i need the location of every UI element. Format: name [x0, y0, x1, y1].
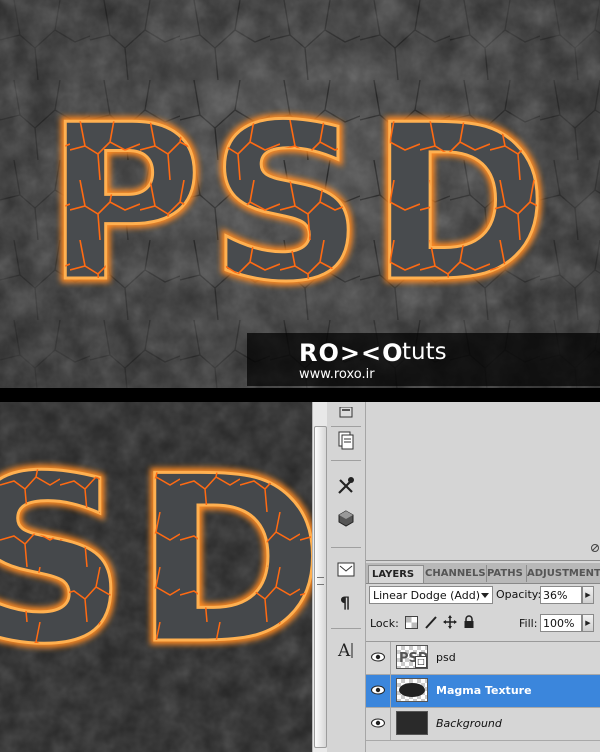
panel-icon-strip: ¶ A [327, 402, 366, 752]
paragraph-icon[interactable]: ¶ [333, 590, 359, 614]
blend-mode-select[interactable]: Linear Dodge (Add) [369, 586, 493, 604]
tab-paths[interactable]: PATHS [484, 565, 527, 582]
canvas-text-cracks: SD [0, 428, 312, 695]
eye-icon[interactable] [370, 715, 386, 731]
layer-thumbnail [396, 711, 428, 735]
hero-artwork: PSD PSD PSD [0, 0, 600, 388]
eye-icon[interactable] [370, 682, 386, 698]
separator [390, 642, 391, 674]
layers-panel: LAYERS CHANNELS PATHS ADJUSTMENT Linear … [366, 560, 600, 752]
layer-name[interactable]: Background [436, 717, 502, 730]
panel-tabs: LAYERS CHANNELS PATHS ADJUSTMENT [366, 563, 600, 584]
character-icon[interactable]: A [333, 638, 359, 662]
chevron-down-icon [481, 593, 489, 598]
notes-icon[interactable] [333, 402, 359, 426]
tab-channels[interactable]: CHANNELS [422, 565, 487, 582]
opacity-slider-button[interactable]: ▶ [582, 586, 594, 604]
opacity-label: Opacity: [496, 588, 542, 601]
fill-slider-button[interactable]: ▶ [582, 614, 594, 632]
layer-thumbnail [396, 678, 428, 702]
layer-list: PSD □ psd Magma Texture Background [366, 641, 600, 752]
hero-text-cracks: PSD [46, 78, 555, 329]
separator [331, 628, 361, 629]
layer-name[interactable]: psd [436, 651, 456, 664]
separator [331, 460, 361, 461]
svg-text:A: A [337, 641, 351, 660]
brand-suffix: tuts [402, 339, 447, 365]
eye-icon[interactable] [370, 649, 386, 665]
brand-bar: RO><O tuts www.roxo.ir [247, 333, 600, 386]
clone-source-icon[interactable] [333, 428, 359, 452]
fill-label: Fill: [519, 617, 538, 630]
lock-transparency-icon[interactable] [404, 615, 418, 629]
smart-object-icon: □ [415, 656, 427, 668]
hero-preview: PSD PSD PSD RO><O tuts www.roxo.ir [0, 0, 600, 388]
separator [331, 547, 361, 548]
3d-cube-icon[interactable] [333, 506, 359, 530]
divider [0, 388, 600, 402]
canvas-artwork: SD SD SD [0, 402, 312, 752]
tab-layers[interactable]: LAYERS [368, 565, 424, 583]
scrollbar-grip [317, 577, 324, 585]
layer-row-background[interactable]: Background [366, 708, 600, 741]
layer-name[interactable]: Magma Texture [436, 684, 532, 697]
vertical-scrollbar[interactable] [312, 402, 327, 752]
panel-dock-empty [366, 402, 600, 560]
tab-adjustments[interactable]: ADJUSTMENT [524, 565, 600, 582]
navigator-icon[interactable] [333, 558, 359, 582]
lock-label: Lock: [370, 617, 399, 630]
tool-presets-icon[interactable] [333, 474, 359, 498]
scrollbar-thumb[interactable] [314, 426, 327, 748]
blend-mode-value: Linear Dodge (Add) [373, 589, 480, 602]
opacity-input[interactable]: 36% [540, 586, 582, 604]
separator [331, 426, 361, 427]
lock-position-icon[interactable] [443, 615, 457, 629]
lock-all-icon[interactable] [462, 615, 476, 629]
brand-logo: RO><O [299, 339, 404, 367]
svg-text:¶: ¶ [340, 593, 350, 611]
document-canvas[interactable]: SD SD SD [0, 402, 312, 752]
layer-row-psd[interactable]: PSD □ psd [366, 642, 600, 675]
panel-collapse-icon[interactable] [590, 543, 600, 553]
fill-input[interactable]: 100% [540, 614, 582, 632]
brand-url: www.roxo.ir [299, 367, 375, 382]
separator [390, 708, 391, 740]
separator [390, 675, 391, 707]
tutorial-image: PSD PSD PSD RO><O tuts www.roxo.ir SD SD… [0, 0, 600, 752]
lock-pixels-icon[interactable] [424, 615, 438, 629]
layer-row-magma-texture[interactable]: Magma Texture [366, 675, 600, 708]
